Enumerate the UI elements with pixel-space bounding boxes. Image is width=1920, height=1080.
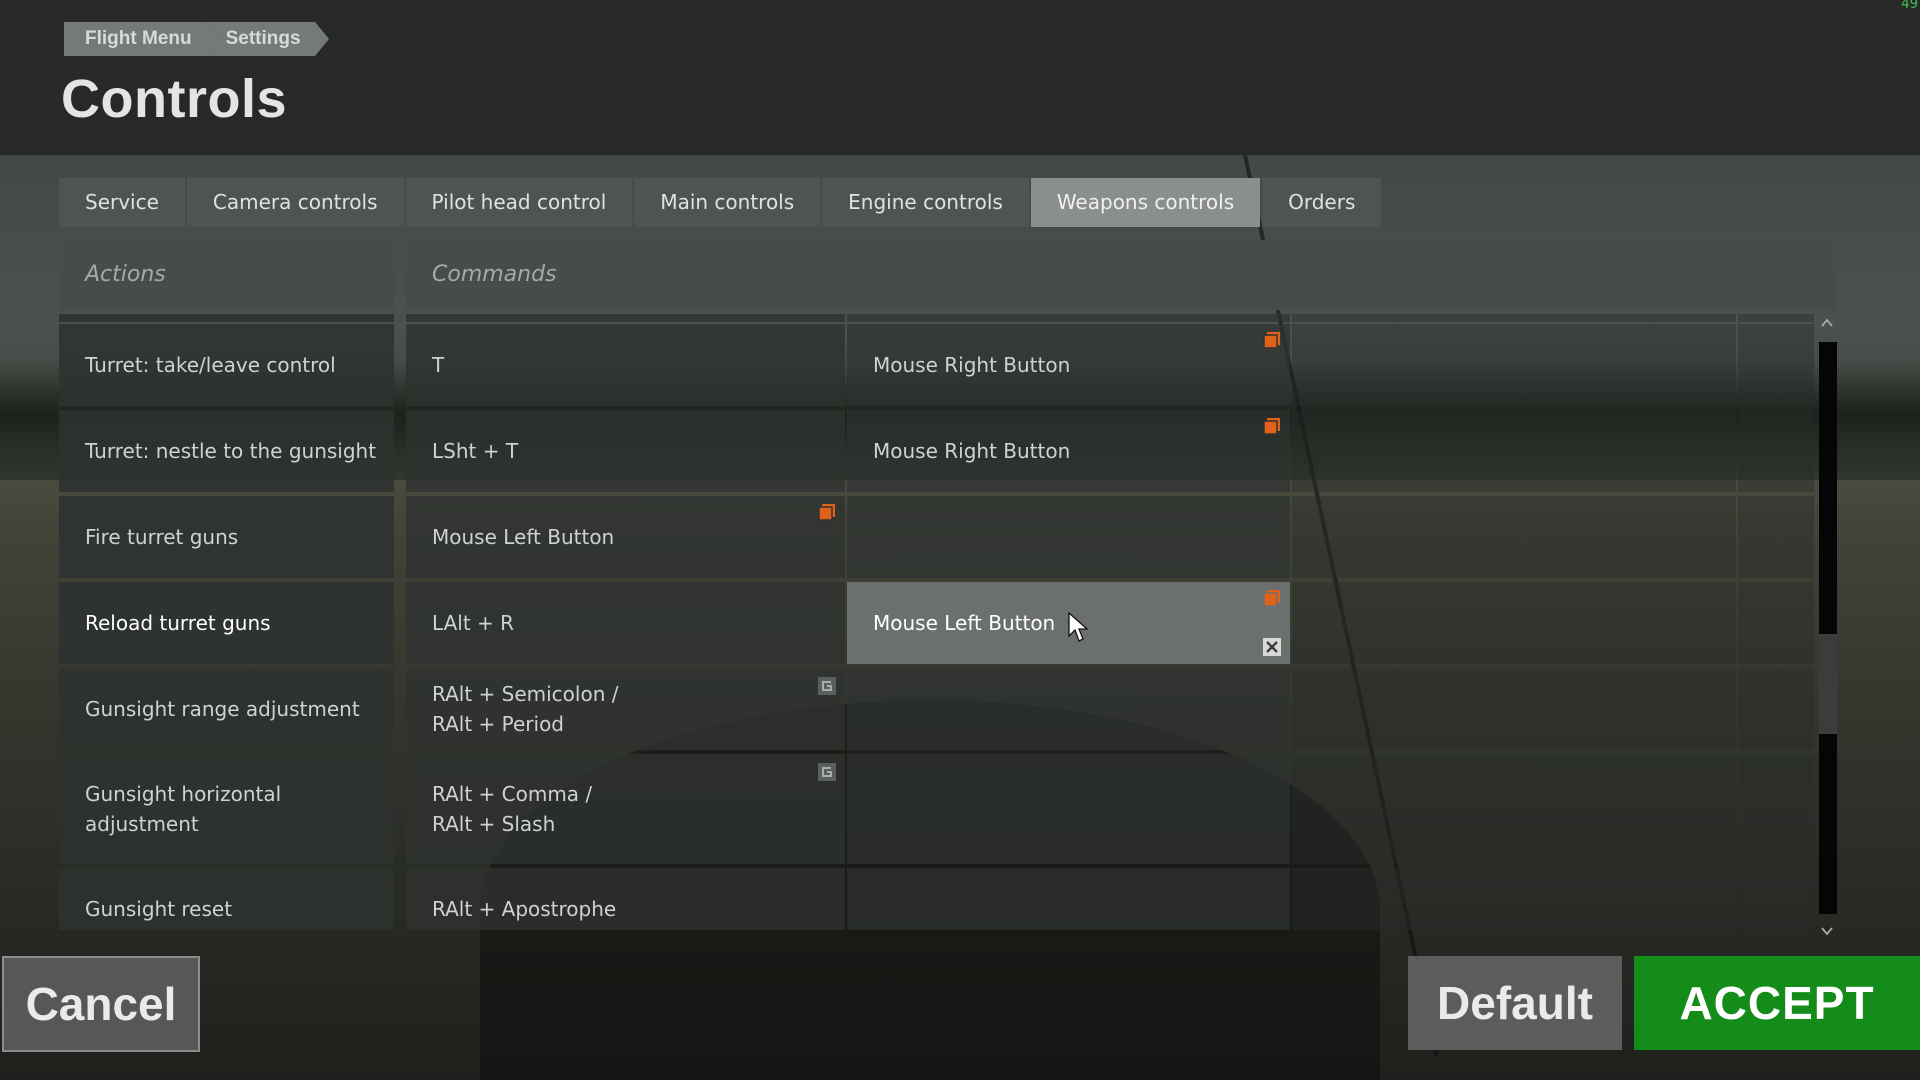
binding-label: LAlt + R bbox=[432, 611, 515, 635]
binding-cell-quaternary[interactable] bbox=[1738, 868, 1814, 930]
column-header-commands-label: Commands bbox=[432, 262, 557, 287]
table-row-partial bbox=[59, 314, 1814, 322]
binding-cell-primary[interactable]: RAlt + Semicolon / RAlt + Period bbox=[406, 668, 845, 750]
binding-cell-primary[interactable]: LSht + T bbox=[406, 410, 845, 492]
tab-weapons-controls[interactable]: Weapons controls bbox=[1030, 178, 1261, 227]
binding-label: Mouse Left Button bbox=[873, 611, 1056, 635]
tab-pilot-head-control[interactable]: Pilot head control bbox=[405, 178, 633, 227]
action-cell: Gunsight reset bbox=[59, 868, 394, 930]
binding-cell-tertiary[interactable] bbox=[1292, 754, 1736, 864]
binding-cell-quaternary[interactable] bbox=[1738, 582, 1814, 664]
binding-label: T bbox=[432, 353, 445, 377]
copy-binding-icon[interactable] bbox=[1263, 589, 1281, 607]
binding-cell-secondary[interactable]: Mouse Right Button bbox=[847, 324, 1290, 406]
binding-cell-tertiary[interactable] bbox=[1292, 324, 1736, 406]
binding-cell-secondary[interactable] bbox=[847, 314, 1290, 322]
binding-cell-secondary[interactable] bbox=[847, 868, 1290, 930]
binding-label: RAlt + Apostrophe bbox=[432, 897, 617, 921]
action-label: Gunsight range adjustment bbox=[85, 697, 360, 721]
cancel-button[interactable]: Cancel bbox=[2, 956, 200, 1052]
tab-orders[interactable]: Orders bbox=[1262, 178, 1382, 227]
tab-service[interactable]: Service bbox=[59, 178, 185, 227]
reset-binding-icon[interactable] bbox=[818, 677, 836, 695]
binding-cell-quaternary[interactable] bbox=[1738, 668, 1814, 750]
table-row: Turret: nestle to the gunsight LSht + T … bbox=[59, 410, 1814, 492]
bindings-scrollbar[interactable] bbox=[1817, 312, 1837, 936]
action-label: Turret: nestle to the gunsight bbox=[85, 439, 377, 463]
table-row: Turret: take/leave control T Mouse Right… bbox=[59, 324, 1814, 406]
binding-cell-secondary[interactable] bbox=[847, 668, 1290, 750]
bindings-list: Turret: take/leave control T Mouse Right… bbox=[59, 314, 1814, 930]
binding-label: RAlt + Comma / RAlt + Slash bbox=[432, 782, 593, 836]
action-cell: Reload turret guns bbox=[59, 582, 394, 664]
binding-cell-quaternary[interactable] bbox=[1738, 754, 1814, 864]
mouse-cursor-icon bbox=[1068, 612, 1089, 642]
action-label: Fire turret guns bbox=[85, 525, 239, 549]
tab-bar: Service Camera controls Pilot head contr… bbox=[59, 178, 1383, 227]
binding-cell-primary[interactable] bbox=[406, 314, 845, 322]
accept-button[interactable]: ACCEPT bbox=[1634, 956, 1920, 1050]
action-label: Gunsight reset bbox=[85, 897, 233, 921]
scroll-up-icon[interactable] bbox=[1820, 316, 1834, 330]
scroll-down-icon[interactable] bbox=[1820, 924, 1834, 938]
binding-cell-secondary[interactable] bbox=[847, 754, 1290, 864]
scrollbar-track[interactable] bbox=[1819, 342, 1837, 914]
tab-main-controls[interactable]: Main controls bbox=[634, 178, 821, 227]
table-row: Gunsight reset RAlt + Apostrophe bbox=[59, 868, 1814, 930]
binding-cell-secondary[interactable] bbox=[847, 496, 1290, 578]
breadcrumb-settings[interactable]: Settings bbox=[205, 22, 329, 56]
table-row-highlighted: Reload turret guns LAlt + R Mouse Left B… bbox=[59, 582, 1814, 664]
action-label: Reload turret guns bbox=[85, 611, 271, 635]
scrollbar-thumb[interactable] bbox=[1819, 634, 1837, 734]
breadcrumb: Flight Menu Settings bbox=[64, 22, 329, 56]
breadcrumb-flight-menu[interactable]: Flight Menu bbox=[64, 22, 220, 56]
binding-label: RAlt + Semicolon / RAlt + Period bbox=[432, 682, 619, 736]
action-label: Gunsight horizontal adjustment bbox=[85, 782, 282, 836]
column-header-commands: Commands bbox=[406, 240, 1837, 310]
action-cell bbox=[59, 314, 394, 322]
action-label: Turret: take/leave control bbox=[85, 353, 336, 377]
action-cell: Gunsight horizontal adjustment bbox=[59, 754, 394, 864]
copy-binding-icon[interactable] bbox=[818, 503, 836, 521]
action-cell: Gunsight range adjustment bbox=[59, 668, 394, 750]
copy-binding-icon[interactable] bbox=[1263, 417, 1281, 435]
binding-label: LSht + T bbox=[432, 439, 519, 463]
reset-binding-icon[interactable] bbox=[818, 763, 836, 781]
binding-label: Mouse Right Button bbox=[873, 439, 1071, 463]
binding-cell-secondary[interactable]: Mouse Right Button bbox=[847, 410, 1290, 492]
binding-cell-tertiary[interactable] bbox=[1292, 410, 1736, 492]
binding-cell-quaternary[interactable] bbox=[1738, 410, 1814, 492]
binding-label: Mouse Right Button bbox=[873, 353, 1071, 377]
header-bar: Flight Menu Settings Controls 49 bbox=[0, 0, 1920, 155]
copy-binding-icon[interactable] bbox=[1263, 331, 1281, 349]
binding-cell-quaternary[interactable] bbox=[1738, 314, 1814, 322]
column-header-actions-label: Actions bbox=[85, 262, 166, 287]
fps-counter: 49 bbox=[1901, 0, 1918, 12]
binding-cell-tertiary[interactable] bbox=[1292, 496, 1736, 578]
binding-cell-primary[interactable]: RAlt + Comma / RAlt + Slash bbox=[406, 754, 845, 864]
binding-cell-primary[interactable]: Mouse Left Button bbox=[406, 496, 845, 578]
binding-cell-quaternary[interactable] bbox=[1738, 324, 1814, 406]
binding-cell-primary[interactable]: RAlt + Apostrophe bbox=[406, 868, 845, 930]
binding-cell-tertiary[interactable] bbox=[1292, 314, 1736, 322]
binding-label: Mouse Left Button bbox=[432, 525, 615, 549]
tab-camera-controls[interactable]: Camera controls bbox=[186, 178, 404, 227]
binding-cell-quaternary[interactable] bbox=[1738, 496, 1814, 578]
binding-cell-tertiary[interactable] bbox=[1292, 668, 1736, 750]
page-title: Controls bbox=[61, 69, 287, 129]
action-cell: Turret: take/leave control bbox=[59, 324, 394, 406]
binding-cell-tertiary[interactable] bbox=[1292, 868, 1736, 930]
binding-cell-tertiary[interactable] bbox=[1292, 582, 1736, 664]
action-cell: Fire turret guns bbox=[59, 496, 394, 578]
binding-cell-primary[interactable]: T bbox=[406, 324, 845, 406]
clear-binding-icon[interactable] bbox=[1263, 638, 1281, 656]
table-row: Gunsight range adjustment RAlt + Semicol… bbox=[59, 668, 1814, 750]
binding-cell-primary[interactable]: LAlt + R bbox=[406, 582, 845, 664]
table-row: Gunsight horizontal adjustment RAlt + Co… bbox=[59, 754, 1814, 864]
table-row: Fire turret guns Mouse Left Button bbox=[59, 496, 1814, 578]
default-button[interactable]: Default bbox=[1408, 956, 1622, 1050]
tab-engine-controls[interactable]: Engine controls bbox=[822, 178, 1029, 227]
action-cell: Turret: nestle to the gunsight bbox=[59, 410, 394, 492]
column-header-actions: Actions bbox=[59, 240, 394, 310]
